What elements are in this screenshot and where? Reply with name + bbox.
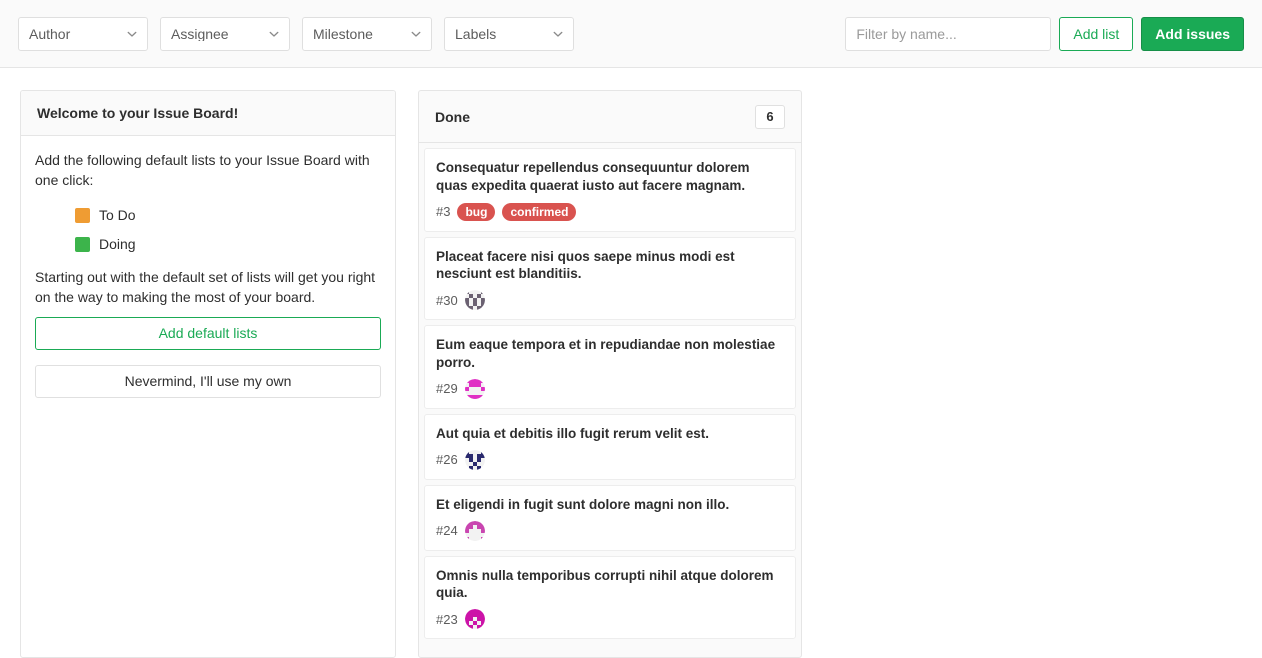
chevron-down-icon	[127, 29, 137, 39]
welcome-panel-title: Welcome to your Issue Board!	[21, 91, 395, 136]
welcome-panel: Welcome to your Issue Board! Add the fol…	[20, 90, 396, 658]
board-list-title: Done	[435, 109, 755, 125]
issue-card-title: Et eligendi in fugit sunt dolore magni n…	[436, 496, 784, 514]
issue-card-title: Consequatur repellendus consequuntur dol…	[436, 159, 784, 195]
chevron-down-icon	[553, 29, 563, 39]
issue-board: Welcome to your Issue Board! Add the fol…	[0, 68, 1262, 658]
filter-bar: Author Assignee Milestone Labels Ad	[0, 0, 1262, 68]
dropdown-author-label: Author	[29, 27, 121, 41]
dropdown-labels[interactable]: Labels	[444, 17, 574, 51]
chevron-down-icon	[269, 29, 279, 39]
issue-card-footer: #29	[436, 379, 784, 399]
issue-count-badge: 6	[755, 105, 785, 129]
issue-id: #3	[436, 204, 450, 219]
board-list-done: Done 6 Consequatur repellendus consequun…	[418, 90, 802, 658]
issue-card-footer: #23	[436, 609, 784, 629]
issue-card[interactable]: Consequatur repellendus consequuntur dol…	[424, 148, 796, 232]
issue-label[interactable]: bug	[457, 203, 495, 221]
issue-label[interactable]: confirmed	[502, 203, 576, 221]
avatar[interactable]	[465, 290, 485, 310]
issue-card-title: Eum eaque tempora et in repudiandae non …	[436, 336, 784, 372]
avatar[interactable]	[465, 521, 485, 541]
filter-dropdown-group: Author Assignee Milestone Labels	[18, 17, 574, 51]
welcome-panel-body: Add the following default lists to your …	[21, 136, 395, 398]
dropdown-milestone-label: Milestone	[313, 27, 405, 41]
issue-card[interactable]: Omnis nulla temporibus corrupti nihil at…	[424, 556, 796, 640]
dropdown-labels-label: Labels	[455, 27, 547, 41]
issue-id: #30	[436, 293, 458, 308]
issue-card[interactable]: Eum eaque tempora et in repudiandae non …	[424, 325, 796, 409]
board-list-header[interactable]: Done 6	[419, 91, 801, 143]
issue-card-footer: #30	[436, 290, 784, 310]
issue-card[interactable]: Placeat facere nisi quos saepe minus mod…	[424, 237, 796, 321]
color-swatch-todo	[75, 208, 90, 223]
issue-card-title: Omnis nulla temporibus corrupti nihil at…	[436, 567, 784, 603]
add-default-lists-button[interactable]: Add default lists	[35, 317, 381, 350]
avatar[interactable]	[465, 609, 485, 629]
board-actions: Add list Add issues	[845, 0, 1244, 68]
avatar[interactable]	[465, 450, 485, 470]
dropdown-author[interactable]: Author	[18, 17, 148, 51]
issue-card-title: Aut quia et debitis illo fugit rerum vel…	[436, 425, 784, 443]
chevron-down-icon	[411, 29, 421, 39]
issue-card-footer: #24	[436, 521, 784, 541]
issue-card-title: Placeat facere nisi quos saepe minus mod…	[436, 248, 784, 284]
welcome-intro-text: Add the following default lists to your …	[35, 150, 381, 191]
add-issues-button[interactable]: Add issues	[1141, 17, 1244, 51]
dropdown-milestone[interactable]: Milestone	[302, 17, 432, 51]
default-list-label: To Do	[99, 207, 136, 223]
use-my-own-button[interactable]: Nevermind, I'll use my own	[35, 365, 381, 398]
issue-id: #23	[436, 612, 458, 627]
issue-id: #29	[436, 381, 458, 396]
issue-card-footer: #3 bug confirmed	[436, 202, 784, 222]
color-swatch-doing	[75, 237, 90, 252]
default-list-item-todo: To Do	[75, 201, 381, 230]
default-lists: To Do Doing	[35, 201, 381, 259]
default-list-label: Doing	[99, 236, 136, 252]
default-list-item-doing: Doing	[75, 230, 381, 259]
avatar[interactable]	[465, 379, 485, 399]
add-list-button[interactable]: Add list	[1059, 17, 1133, 51]
issue-id: #24	[436, 523, 458, 538]
dropdown-assignee-label: Assignee	[171, 27, 263, 41]
welcome-outro-text: Starting out with the default set of lis…	[35, 267, 381, 308]
issue-card[interactable]: Aut quia et debitis illo fugit rerum vel…	[424, 414, 796, 480]
issue-card[interactable]: Et eligendi in fugit sunt dolore magni n…	[424, 485, 796, 551]
search-input[interactable]	[845, 17, 1051, 51]
issue-card-footer: #26	[436, 450, 784, 470]
dropdown-assignee[interactable]: Assignee	[160, 17, 290, 51]
board-card-container: Consequatur repellendus consequuntur dol…	[419, 143, 801, 657]
issue-id: #26	[436, 452, 458, 467]
